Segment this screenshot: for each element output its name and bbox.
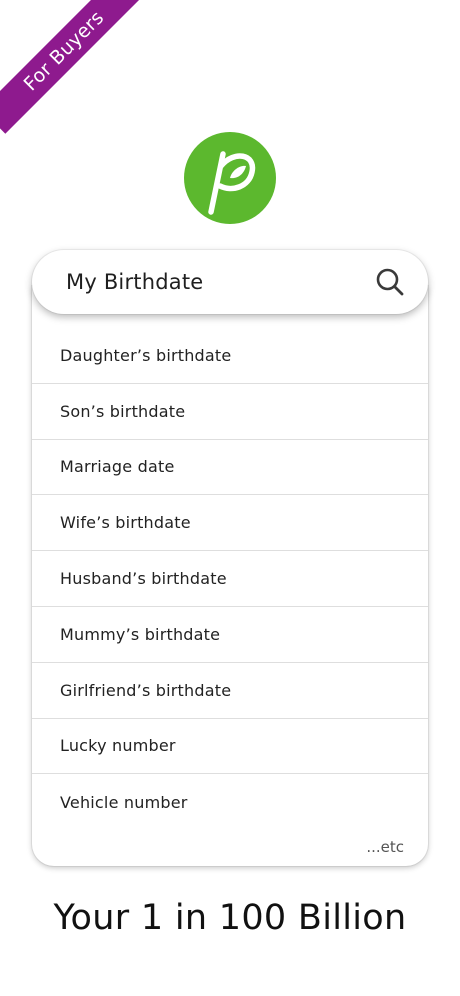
search-bar[interactable]: My Birthdate [32,250,428,314]
suggestion-item[interactable]: Husband’s birthdate [32,551,428,607]
search-icon[interactable] [374,266,406,298]
search-input[interactable]: My Birthdate [66,270,374,294]
app-logo [184,132,276,224]
suggestion-item[interactable]: Wife’s birthdate [32,495,428,552]
suggestion-item[interactable]: Vehicle number [32,774,428,830]
suggestions-panel: Daughter’s birthdate Son’s birthdate Mar… [32,286,428,866]
tagline: Your 1 in 100 Billion [53,898,407,938]
more-suggestions-label: ...etc [366,838,404,856]
suggestion-item[interactable]: Mummy’s birthdate [32,607,428,663]
suggestion-item[interactable]: Daughter’s birthdate [32,328,428,384]
leaf-p-logo-icon [208,151,256,215]
suggestion-item[interactable]: Lucky number [32,719,428,775]
suggestion-item[interactable]: Marriage date [32,440,428,496]
suggestion-item[interactable]: Son’s birthdate [32,384,428,440]
suggestion-item[interactable]: Girlfriend’s birthdate [32,663,428,719]
for-buyers-ribbon: For Buyers [0,0,147,134]
ribbon-label: For Buyers [19,6,109,96]
